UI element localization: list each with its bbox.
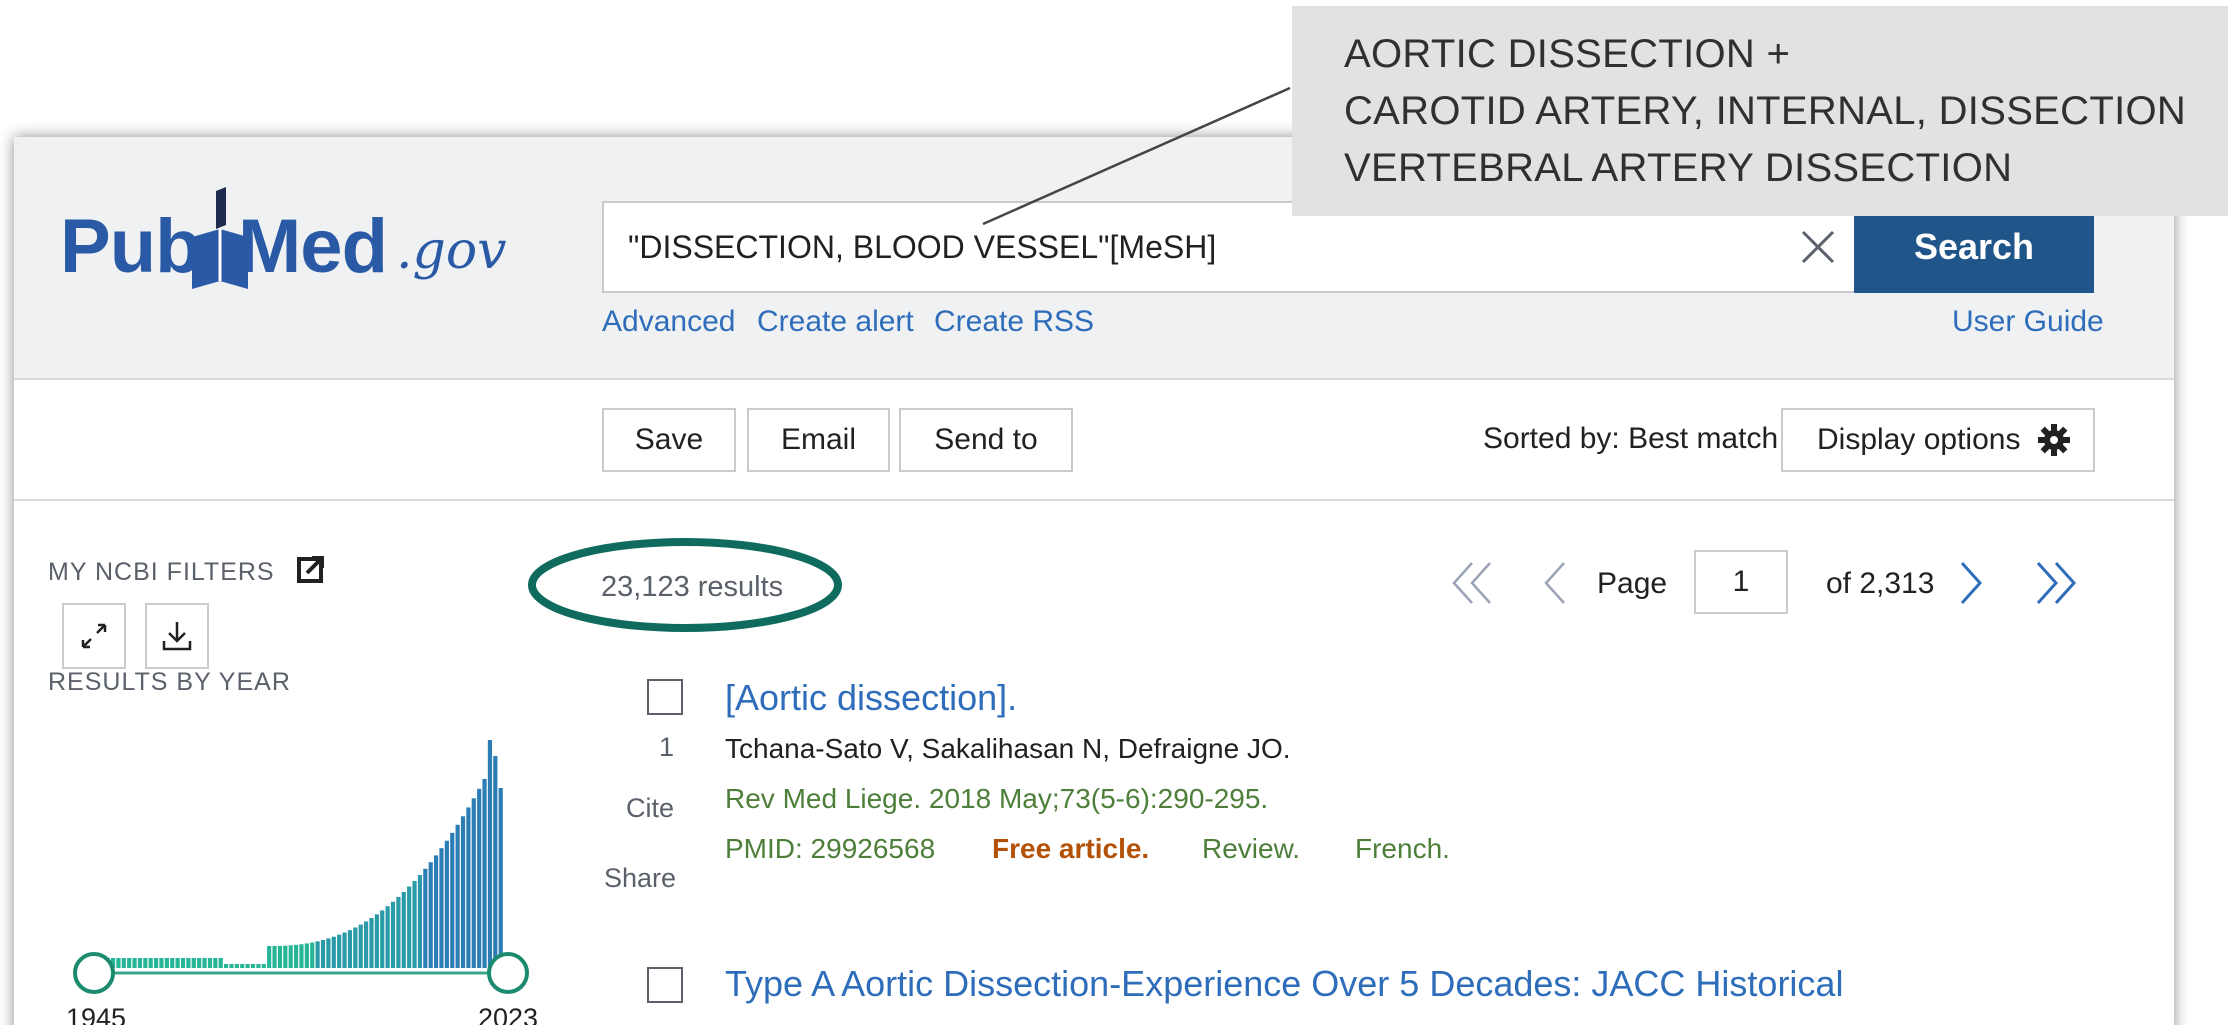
result-pmid: PMID: 29926568 <box>725 833 936 864</box>
create-rss-link[interactable]: Create RSS <box>934 305 1094 339</box>
pubmed-logo[interactable]: Pub Med .gov <box>60 185 507 295</box>
result-title-link[interactable]: [Aortic dissection]. <box>725 677 1017 719</box>
page-number-input[interactable]: 1 <box>1694 550 1788 614</box>
download-chart-button[interactable] <box>145 603 209 669</box>
callout-line-1: AORTIC DISSECTION + <box>1344 32 1791 76</box>
send-to-button[interactable]: Send to <box>899 408 1073 472</box>
year-end-handle <box>487 952 529 994</box>
share-button[interactable]: Share <box>604 863 676 894</box>
user-guide-link[interactable]: User Guide <box>1952 305 2104 339</box>
language-badge: French. <box>1355 833 1450 864</box>
logo-gov-text: .gov <box>396 221 507 281</box>
screenshot-stage: Pub Med .gov "DISSECTION, BLOOD VESSEL"[… <box>0 0 2231 1025</box>
free-article-badge: Free article. <box>992 833 1150 864</box>
first-page-icon[interactable] <box>1450 560 1494 606</box>
result-authors: Tchana-Sato V, Sakalihasan N, Defraigne … <box>725 733 1291 764</box>
histogram-bar <box>460 816 466 968</box>
results-by-year-heading: RESULTS BY YEAR <box>48 668 291 696</box>
save-button[interactable]: Save <box>602 408 736 472</box>
histogram-bar <box>482 778 487 968</box>
histogram-bar <box>455 824 460 968</box>
logo-pub-text: Pub <box>60 204 202 289</box>
annotation-callout: AORTIC DISSECTION + CAROTID ARTERY, INTE… <box>1292 6 2228 216</box>
search-query-text: "DISSECTION, BLOOD VESSEL"[MeSH] <box>628 229 1217 265</box>
previous-page-icon[interactable] <box>1542 560 1568 606</box>
logo-med-text: Med <box>238 204 388 289</box>
create-alert-link[interactable]: Create alert <box>757 305 914 339</box>
download-icon <box>162 622 192 651</box>
page-label: Page <box>1597 567 1668 600</box>
histogram-bar <box>487 740 493 968</box>
email-button[interactable]: Email <box>747 408 890 472</box>
callout-line-3: VERTEBRAL ARTERY DISSECTION <box>1344 146 2013 190</box>
result-title-link[interactable]: Type A Aortic Dissection-Experience Over… <box>725 963 1843 1005</box>
result-citation: Rev Med Liege. 2018 May;73(5-6):290-295. <box>725 783 1269 814</box>
result-checkbox[interactable] <box>647 967 683 1003</box>
highlight-oval <box>528 538 842 632</box>
expand-icon <box>81 623 107 649</box>
toolbar-divider <box>14 499 2174 501</box>
cite-button[interactable]: Cite <box>626 793 674 824</box>
last-page-icon[interactable] <box>2034 560 2078 606</box>
my-ncbi-filters-heading[interactable]: MY NCBI FILTERS <box>48 555 325 587</box>
page-of-label: of 2,313 <box>1826 567 1935 600</box>
expand-chart-button[interactable] <box>62 603 126 669</box>
my-ncbi-filters-label: MY NCBI FILTERS <box>48 558 275 586</box>
histogram-bar <box>477 788 482 968</box>
histogram-bar <box>471 798 476 968</box>
close-icon <box>1801 230 1835 264</box>
histogram-bar <box>498 788 503 968</box>
result-checkbox[interactable] <box>647 679 683 715</box>
year-start-label: 1945 <box>66 1003 127 1025</box>
year-end-label: 2023 <box>478 1003 539 1025</box>
year-range-slider[interactable] <box>60 948 540 998</box>
review-badge: Review. <box>1202 833 1301 864</box>
results-by-year-histogram[interactable] <box>60 740 540 980</box>
external-link-icon <box>296 556 324 583</box>
callout-line-2: CAROTID ARTERY, INTERNAL, DISSECTION <box>1344 89 2187 133</box>
sort-label[interactable]: Sorted by: Best match <box>1483 422 1778 456</box>
year-start-handle <box>73 952 115 994</box>
histogram-bar <box>466 807 471 968</box>
display-options-label: Display options <box>1817 423 2021 456</box>
display-options-button[interactable]: Display options <box>1781 408 2095 472</box>
histogram-bar <box>493 756 498 968</box>
next-page-icon[interactable] <box>1958 560 1984 606</box>
result-number: 1 <box>659 732 675 762</box>
advanced-link[interactable]: Advanced <box>602 305 735 339</box>
gear-icon <box>2038 424 2071 456</box>
